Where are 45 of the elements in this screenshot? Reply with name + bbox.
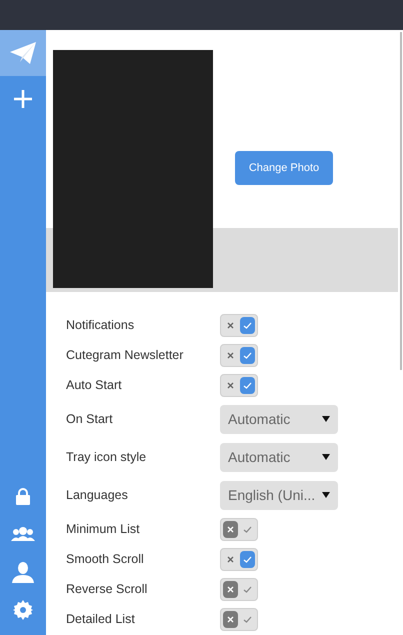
toggle-switch[interactable] xyxy=(220,548,258,570)
setting-label: Detailed List xyxy=(66,610,136,628)
cross-icon xyxy=(226,322,234,328)
toggle-switch[interactable] xyxy=(220,578,258,600)
caret-icon xyxy=(322,416,330,422)
setting-label: Tray icon style xyxy=(66,448,148,466)
caret-icon xyxy=(322,492,330,498)
dropdown[interactable]: Automatic xyxy=(220,404,338,434)
cross-icon xyxy=(226,556,234,562)
check-icon xyxy=(242,322,252,328)
dropdown[interactable]: Automatic xyxy=(220,442,338,472)
toggle-switch[interactable] xyxy=(220,608,258,630)
setting-label: Reverse Scroll xyxy=(66,580,148,598)
cross-icon xyxy=(227,586,234,592)
setting-label: Minimum List xyxy=(66,520,141,538)
cross-icon xyxy=(227,526,234,532)
toggle-switch[interactable] xyxy=(220,518,258,540)
setting-label: Notifications xyxy=(66,316,136,334)
dropdown[interactable]: English (Uni... xyxy=(220,480,338,510)
setting-label: Languages xyxy=(66,486,129,504)
check-icon xyxy=(242,352,252,358)
sidebar-item[interactable] xyxy=(0,30,46,76)
settings-icon xyxy=(13,600,33,620)
check-icon xyxy=(243,586,252,592)
setting-label: Smooth Scroll xyxy=(66,550,145,568)
lock-icon xyxy=(16,488,30,504)
plus-icon xyxy=(13,89,33,109)
cross-icon xyxy=(226,352,234,358)
setting-label: On Start xyxy=(66,410,114,428)
person-icon xyxy=(12,562,34,582)
check-icon xyxy=(243,526,252,532)
paper-plane-icon xyxy=(10,42,36,64)
people-icon xyxy=(11,527,35,541)
check-icon xyxy=(242,556,252,562)
caret-icon xyxy=(322,454,330,460)
toggle-switch[interactable] xyxy=(220,314,258,336)
toggle-switch[interactable] xyxy=(220,374,258,396)
cross-icon xyxy=(227,616,234,622)
setting-label: Cutegram Newsletter xyxy=(66,346,184,364)
check-icon xyxy=(243,616,252,622)
setting-label: Auto Start xyxy=(66,376,123,394)
cross-icon xyxy=(226,382,234,388)
toggle-switch[interactable] xyxy=(220,344,258,366)
change-photo-button[interactable]: Change Photo xyxy=(235,151,333,185)
check-icon xyxy=(242,382,252,388)
